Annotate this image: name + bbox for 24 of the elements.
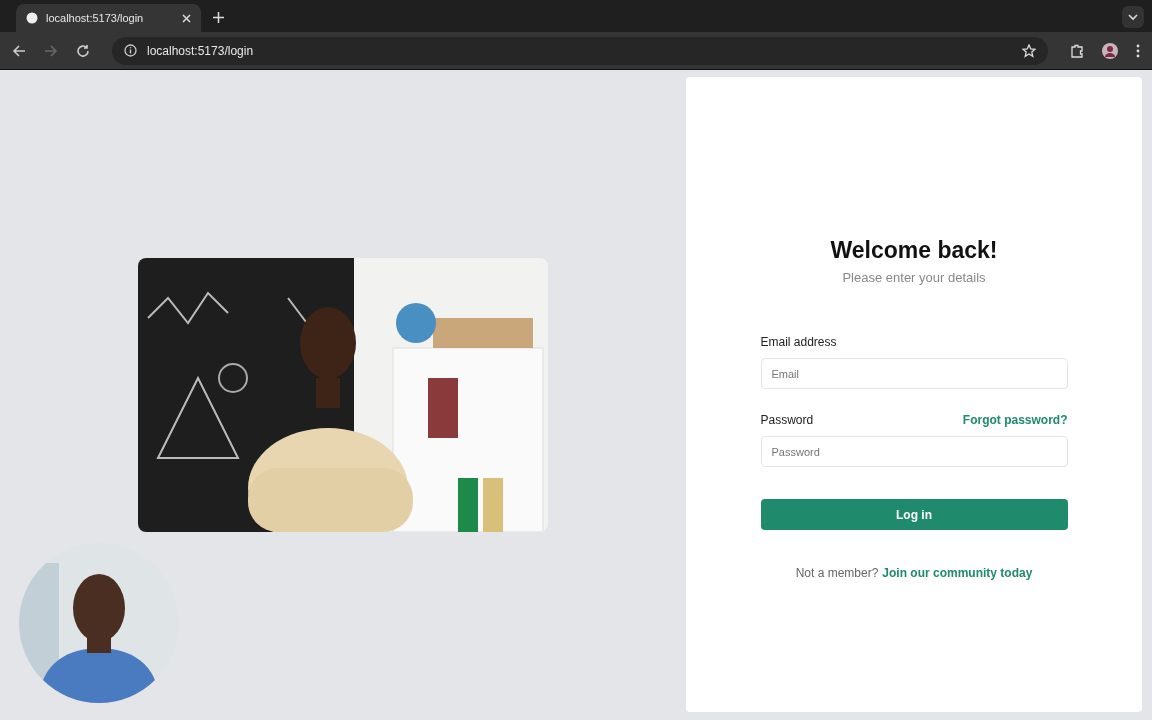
login-button[interactable]: Log in xyxy=(760,499,1068,530)
menu-icon[interactable] xyxy=(1136,43,1140,58)
info-icon xyxy=(124,44,137,57)
email-field[interactable]: Email xyxy=(760,358,1068,389)
chevron-down-icon[interactable] xyxy=(1122,6,1144,28)
browser-tab[interactable]: localhost:5173/login xyxy=(16,4,201,32)
avatar-icon[interactable] xyxy=(1102,42,1118,59)
back-icon[interactable] xyxy=(12,43,26,58)
reload-icon[interactable] xyxy=(76,43,90,58)
password-field[interactable]: Password xyxy=(760,436,1068,467)
field-label: Password xyxy=(760,413,814,427)
tab-title: localhost:5173/login xyxy=(46,12,145,24)
welcome-heading: Welcome back! xyxy=(830,237,998,264)
join-link[interactable]: Join our community today xyxy=(882,566,1033,580)
address-bar[interactable]: localhost:5173/login xyxy=(112,36,1048,65)
star-icon[interactable] xyxy=(1022,43,1036,58)
new-tab-icon[interactable] xyxy=(213,12,224,23)
forgot-password-link[interactable]: Forgot password? xyxy=(962,413,1068,427)
field-label: Email address xyxy=(760,335,837,349)
puzzle-icon[interactable] xyxy=(1070,43,1084,58)
url-text: localhost:5173/login xyxy=(147,43,254,58)
subtitle: Please enter your details xyxy=(842,270,986,285)
close-icon[interactable] xyxy=(182,13,191,23)
footer-text: Not a member? xyxy=(795,566,879,580)
